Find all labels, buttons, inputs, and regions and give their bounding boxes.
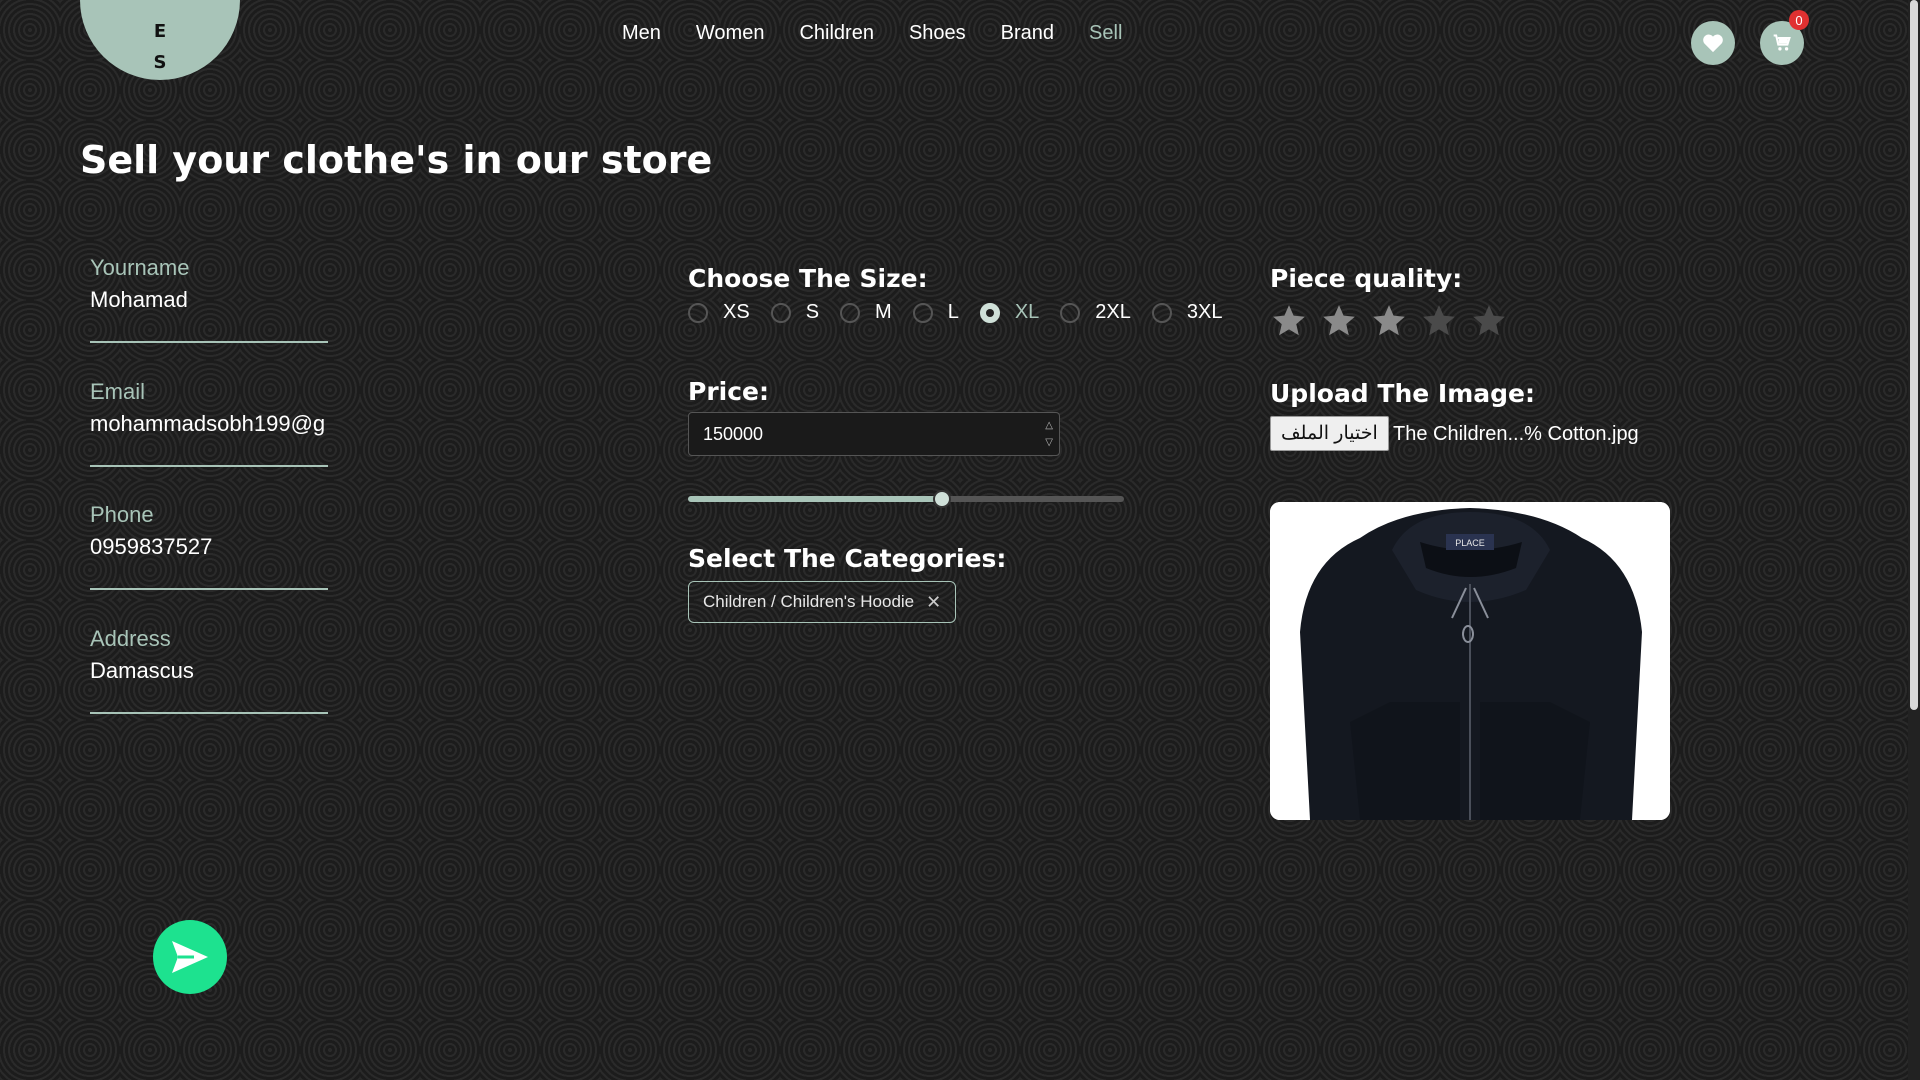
file-name: The Children...% Cotton.jpg xyxy=(1393,423,1639,445)
size-radio[interactable] xyxy=(1060,302,1081,323)
nav-item-sell[interactable]: Sell xyxy=(1089,22,1122,45)
category-chip: Children / Children's Hoodie ✕ xyxy=(688,581,957,623)
star-icon[interactable] xyxy=(1270,302,1308,340)
image-preview: PLACE xyxy=(1270,502,1670,820)
quality-rating xyxy=(1270,302,1520,340)
name-field: Yourname xyxy=(90,255,328,343)
nav-item-women[interactable]: Women xyxy=(696,22,765,45)
star-icon[interactable] xyxy=(1420,302,1458,340)
size-radio[interactable] xyxy=(688,302,708,323)
logo[interactable]: E S xyxy=(80,0,240,80)
size-option-label: XL xyxy=(1014,301,1040,323)
categories-label: Select The Categories: xyxy=(688,544,1007,573)
size-option-s[interactable]: S xyxy=(770,301,820,324)
address-input[interactable] xyxy=(90,658,328,684)
phone-input[interactable] xyxy=(90,534,328,560)
email-field: Email xyxy=(90,379,328,467)
remove-category-icon[interactable]: ✕ xyxy=(926,592,941,613)
scrollbar-thumb[interactable] xyxy=(1910,0,1918,710)
star-icon[interactable] xyxy=(1470,302,1508,340)
price-input[interactable] xyxy=(703,424,1003,445)
nav-item-brand[interactable]: Brand xyxy=(1001,22,1054,45)
star-icon[interactable] xyxy=(1320,302,1358,340)
name-label: Yourname xyxy=(90,255,190,280)
submit-button[interactable] xyxy=(153,920,227,994)
address-field: Address xyxy=(90,626,328,714)
page-scrollbar[interactable] xyxy=(1908,0,1920,1080)
size-radio[interactable] xyxy=(912,302,933,323)
size-option-2xl[interactable]: 2XL xyxy=(1060,301,1131,324)
chevron-up-icon[interactable]: △ xyxy=(1045,417,1053,434)
cart-count-badge: 0 xyxy=(1789,10,1809,30)
size-option-xs[interactable]: XS xyxy=(688,301,750,324)
star-icon[interactable] xyxy=(1370,302,1408,340)
slider-thumb[interactable] xyxy=(932,490,951,508)
size-option-label: M xyxy=(875,301,892,323)
chevron-down-icon[interactable]: ▽ xyxy=(1045,434,1053,451)
cart-icon xyxy=(1773,34,1791,51)
size-radio[interactable] xyxy=(1151,302,1172,323)
logo-letter-s: S xyxy=(153,52,167,73)
size-option-label: L xyxy=(947,301,959,323)
cart-button[interactable]: 0 xyxy=(1760,10,1809,65)
wishlist-button[interactable] xyxy=(1691,21,1735,65)
email-input[interactable] xyxy=(90,411,328,437)
price-slider[interactable] xyxy=(688,490,1124,508)
size-option-xl[interactable]: XL xyxy=(979,301,1040,324)
price-stepper[interactable]: △ ▽ xyxy=(1045,417,1053,451)
quality-label: Piece quality: xyxy=(1270,264,1463,293)
hoodie-image: PLACE xyxy=(1270,502,1670,820)
phone-label: Phone xyxy=(90,502,154,527)
address-label: Address xyxy=(90,626,171,651)
size-option-label: 3XL xyxy=(1186,301,1223,323)
choose-file-button[interactable]: اختيار الملف xyxy=(1270,416,1389,451)
page-title: Sell your clothe's in our store xyxy=(80,138,713,182)
logo-letter-e: E xyxy=(153,21,167,42)
email-label: Email xyxy=(90,379,146,404)
main-nav: Men Women Children Shoes Brand Sell xyxy=(622,22,1157,45)
size-option-label: 2XL xyxy=(1095,301,1131,323)
heart-icon xyxy=(1703,34,1723,53)
size-option-m[interactable]: M xyxy=(840,301,892,324)
size-option-l[interactable]: L xyxy=(912,301,959,324)
category-chip-label: Children / Children's Hoodie xyxy=(703,592,915,611)
size-options: XS S M L XL 2XL 3XL xyxy=(688,301,1243,324)
name-input[interactable] xyxy=(90,287,328,313)
size-radio[interactable] xyxy=(840,302,861,323)
size-option-label: XS xyxy=(723,301,750,323)
phone-field: Phone xyxy=(90,502,328,590)
nav-item-men[interactable]: Men xyxy=(622,22,661,45)
slider-fill xyxy=(688,496,941,502)
size-label: Choose The Size: xyxy=(688,264,928,293)
hoodie-label-text: PLACE xyxy=(1455,538,1485,548)
price-label: Price: xyxy=(688,377,769,406)
size-radio[interactable] xyxy=(979,302,1000,323)
size-option-label: S xyxy=(805,301,820,323)
size-option-3xl[interactable]: 3XL xyxy=(1151,301,1223,324)
price-field: △ ▽ xyxy=(688,412,1060,456)
size-radio[interactable] xyxy=(770,302,791,323)
upload-label: Upload The Image: xyxy=(1270,379,1535,408)
nav-item-children[interactable]: Children xyxy=(799,22,873,45)
nav-item-shoes[interactable]: Shoes xyxy=(909,22,966,45)
send-icon xyxy=(172,941,208,973)
